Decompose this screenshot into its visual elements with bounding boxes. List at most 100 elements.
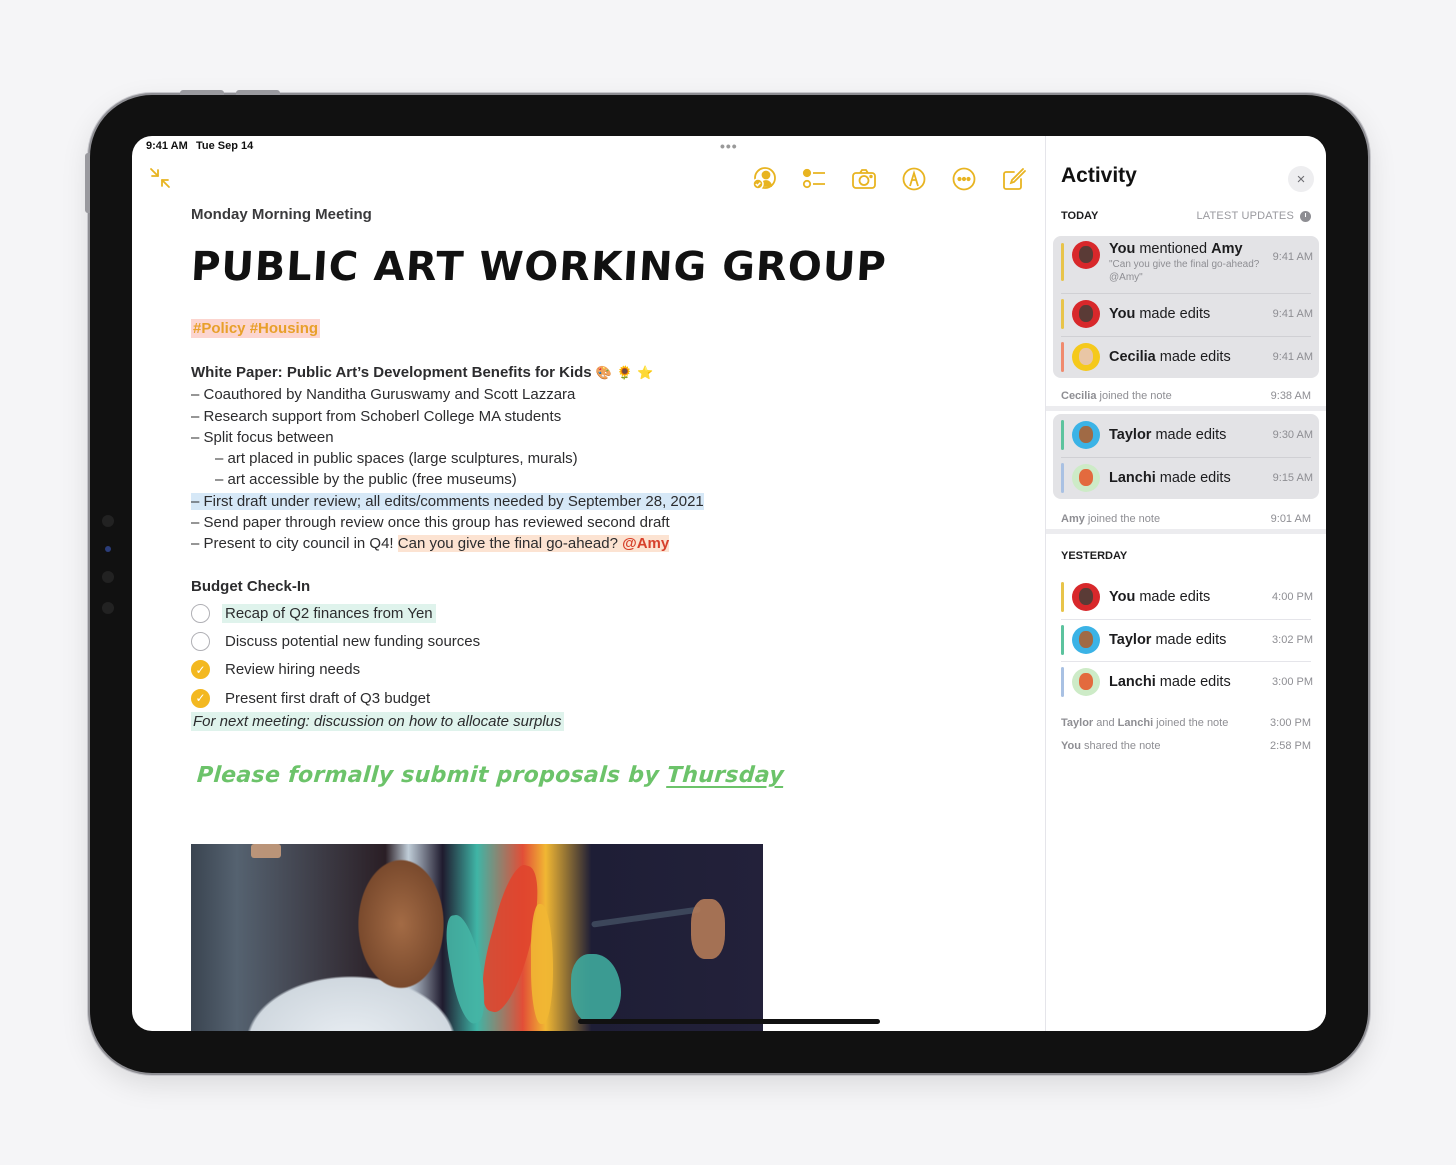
ipad-device: 9:41 AM Tue Sep 14 ••• 100% — [85, 90, 1368, 1073]
activity-item[interactable]: Taylor made edits 9:30 AM — [1053, 414, 1319, 457]
compose-icon[interactable] — [1001, 166, 1027, 192]
activity-text: You mentioned Amy "Can you give the fina… — [1109, 241, 1273, 284]
activity-panel: Activity × TODAY LATEST UPDATES You ment… — [1045, 136, 1326, 1031]
note-line: – Research support from Schoberl College… — [191, 407, 562, 425]
user-color-bar — [1061, 582, 1064, 613]
event-time: 9:01 AM — [1270, 513, 1311, 525]
present-line: – Present to city council in Q4! Can you… — [191, 533, 1011, 554]
user-color-bar — [1061, 420, 1064, 451]
clock-icon — [1300, 210, 1311, 222]
checkbox-checked[interactable]: ✓ — [191, 688, 210, 708]
yesterday-label: YESTERDAY — [1061, 550, 1128, 562]
note-toolbar — [751, 166, 1027, 192]
checklist-item: ✓ Review hiring needs — [191, 656, 1011, 684]
more-icon[interactable] — [951, 166, 977, 192]
palette-sunflower-star-emoji: 🎨 🌻 ⭐ — [595, 366, 654, 381]
avatar-you — [1072, 241, 1100, 269]
question-highlight[interactable]: Can you give the final go-ahead? @Amy — [397, 535, 670, 553]
mention-quote: "Can you give the final go-ahead? @Amy" — [1109, 259, 1260, 283]
activity-item[interactable]: You made edits 9:41 AM — [1053, 293, 1319, 336]
activity-time: 9:15 AM — [1272, 471, 1313, 484]
activity-text: You made edits — [1109, 589, 1211, 606]
today-label: TODAY — [1061, 210, 1099, 222]
present-text: – Present to city council in Q4! — [191, 535, 398, 553]
checkbox-checked[interactable]: ✓ — [191, 660, 210, 680]
home-indicator[interactable] — [578, 1019, 880, 1024]
checklist-icon[interactable] — [801, 166, 827, 192]
avatar-lanchi — [1072, 668, 1100, 697]
checkbox-unchecked[interactable] — [191, 631, 210, 651]
activity-item[interactable]: Lanchi made edits 3:00 PM — [1053, 661, 1319, 704]
checklist-item: Discuss potential new funding sources — [191, 627, 1011, 655]
activity-item[interactable]: You mentioned Amy "Can you give the fina… — [1053, 236, 1319, 293]
close-icon[interactable]: × — [1288, 166, 1314, 192]
activity-time: 9:30 AM — [1272, 429, 1313, 442]
yesterday-header: YESTERDAY — [1061, 550, 1311, 562]
checklist-item: ✓ Present first draft of Q3 budget — [191, 684, 1011, 712]
latest-updates-button[interactable]: LATEST UPDATES — [1196, 210, 1311, 222]
event-time: 9:38 AM — [1270, 390, 1311, 402]
divider — [1046, 529, 1326, 534]
join-event: Cecilia joined the note 9:38 AM — [1061, 390, 1311, 402]
avatar-taylor — [1072, 421, 1100, 450]
volume-button — [180, 90, 224, 95]
checklist-label: Discuss potential new funding sources — [225, 632, 481, 650]
activity-text: Taylor made edits — [1109, 631, 1227, 648]
activity-time: 9:41 AM — [1272, 308, 1313, 321]
join-event: Amy joined the note 9:01 AM — [1061, 513, 1311, 525]
avatar-you — [1072, 583, 1100, 612]
latest-updates-label: LATEST UPDATES — [1196, 210, 1294, 222]
white-paper-heading: White Paper: Public Art’s Development Be… — [191, 362, 1011, 384]
mention-amy[interactable]: @Amy — [622, 535, 669, 552]
handwriting-underlined-day: Thursday — [666, 763, 785, 789]
note-line: – Coauthored by Nanditha Guruswamy and S… — [191, 386, 576, 404]
camera-icon[interactable] — [851, 166, 877, 192]
note-body[interactable]: Monday Morning Meeting PUBLIC ART WORKIN… — [189, 206, 1011, 789]
avatar-lanchi — [1072, 463, 1100, 492]
highlighted-deadline-line[interactable]: – First draft under review; all edits/co… — [191, 492, 704, 510]
activity-text: Lanchi made edits — [1109, 674, 1231, 691]
collaborate-icon[interactable] — [751, 166, 777, 192]
activity-group: You mentioned Amy "Can you give the fina… — [1053, 236, 1319, 378]
next-meeting-note: For next meeting: discussion on how to a… — [191, 712, 564, 732]
activity-time: 3:00 PM — [1272, 676, 1313, 689]
share-event: You shared the note 2:58 PM — [1061, 740, 1311, 752]
activity-text: Cecilia made edits — [1109, 348, 1231, 365]
checklist-label: Recap of Q2 finances from Yen — [222, 603, 436, 623]
activity-item[interactable]: Cecilia made edits 9:41 AM — [1053, 335, 1319, 379]
user-color-bar — [1061, 243, 1064, 281]
handwritten-title: PUBLIC ART WORKING GROUP — [189, 244, 888, 290]
activity-item[interactable]: Taylor made edits 3:02 PM — [1053, 618, 1319, 662]
hashtags[interactable]: #Policy #Housing — [191, 319, 321, 338]
avatar-cecilia — [1072, 342, 1100, 371]
note-editor: Monday Morning Meeting PUBLIC ART WORKIN… — [132, 136, 1045, 1031]
user-color-bar — [1061, 624, 1064, 655]
budget-heading: Budget Check-In — [191, 577, 311, 595]
top-button — [85, 153, 90, 213]
activity-item[interactable]: You made edits 4:00 PM — [1053, 576, 1319, 619]
activity-group: Taylor made edits 9:30 AM Lanchi made ed… — [1053, 414, 1319, 499]
event-time: 2:58 PM — [1270, 740, 1311, 752]
user-color-bar — [1061, 299, 1064, 330]
activity-title: Activity — [1061, 164, 1137, 187]
user-color-bar — [1061, 667, 1064, 698]
mural-photo[interactable] — [191, 844, 763, 1031]
arrows-collapse-icon[interactable] — [148, 166, 172, 190]
avatar-taylor — [1072, 625, 1100, 654]
checklist-label: Review hiring needs — [225, 661, 361, 679]
note-header: Monday Morning Meeting — [191, 206, 372, 223]
avatar-you — [1072, 300, 1100, 329]
checkbox-unchecked[interactable] — [191, 603, 210, 623]
divider — [1046, 406, 1326, 411]
handwriting-text: Please formally submit proposals by — [196, 763, 668, 789]
user-color-bar — [1061, 341, 1064, 372]
join-event: Taylor and Lanchi joined the note 3:00 P… — [1061, 717, 1311, 729]
activity-group: You made edits 4:00 PM Taylor made edits… — [1053, 576, 1319, 704]
activity-time: 3:02 PM — [1272, 633, 1313, 646]
markup-icon[interactable] — [901, 166, 927, 192]
screen: 9:41 AM Tue Sep 14 ••• 100% — [132, 136, 1326, 1031]
note-line: – Send paper through review once this gr… — [191, 514, 670, 532]
user-color-bar — [1061, 462, 1064, 493]
activity-text: You made edits — [1109, 306, 1211, 323]
activity-item[interactable]: Lanchi made edits 9:15 AM — [1053, 456, 1319, 500]
